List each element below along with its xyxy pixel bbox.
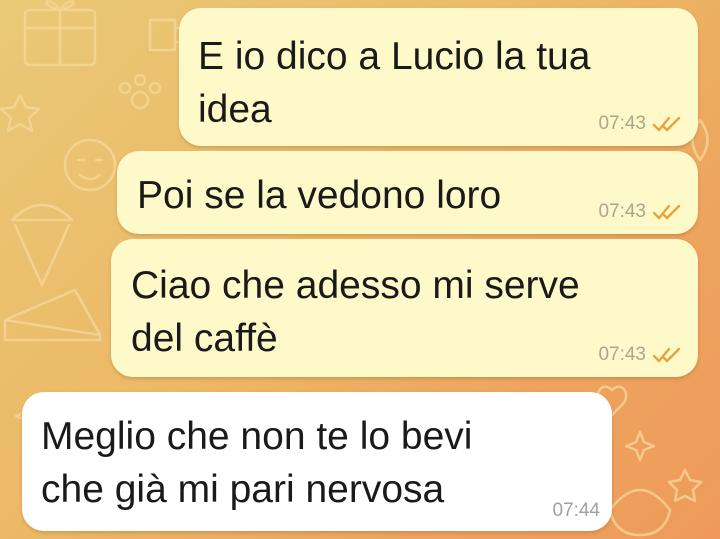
message-meta: 07:43 — [598, 202, 684, 222]
message-time: 07:43 — [598, 201, 646, 222]
message-bubble-incoming[interactable]: Meglio che non te lo bevi che già mi par… — [22, 392, 612, 531]
message-meta: 07:44 — [552, 501, 600, 521]
message-text-line: che già mi pari nervosa — [41, 468, 445, 511]
message-text-line: del caffè — [131, 317, 278, 360]
message-time: 07:43 — [598, 113, 646, 134]
message-time: 07:43 — [598, 344, 646, 365]
message-bubble-outgoing[interactable]: Poi se la vedono loro 07:43 — [117, 151, 698, 234]
message-text-line: Ciao che adesso mi serve — [131, 264, 580, 307]
message-meta: 07:43 — [598, 345, 684, 365]
message-text-line: Poi se la vedono loro — [137, 174, 502, 217]
message-meta: 07:43 — [598, 114, 684, 134]
double-check-read-icon — [652, 204, 681, 220]
message-bubble-outgoing[interactable]: Ciao che adesso mi serve del caffè 07:43 — [111, 239, 698, 377]
message-text-line: Meglio che non te lo bevi — [41, 415, 473, 458]
message-text-line: E io dico a Lucio la tua — [198, 35, 591, 78]
message-time: 07:44 — [552, 500, 600, 521]
message-bubble-outgoing[interactable]: E io dico a Lucio la tua idea 07:43 — [179, 8, 698, 146]
message-text-line: idea — [198, 88, 272, 131]
double-check-read-icon — [652, 347, 681, 363]
double-check-read-icon — [652, 116, 681, 132]
